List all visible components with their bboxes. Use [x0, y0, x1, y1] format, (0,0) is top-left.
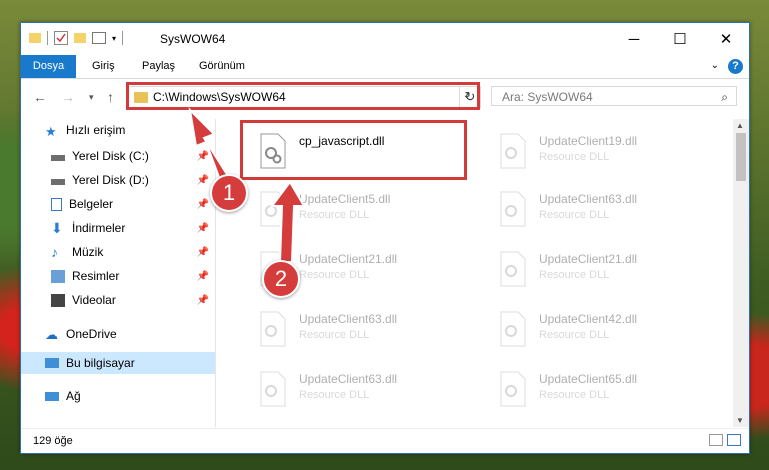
annotation-arrows [188, 107, 306, 263]
step-badge-2: 2 [262, 260, 300, 298]
arrow-to-file [270, 180, 306, 263]
arrow-to-address [188, 107, 230, 182]
step-badge-1: 1 [210, 174, 248, 212]
